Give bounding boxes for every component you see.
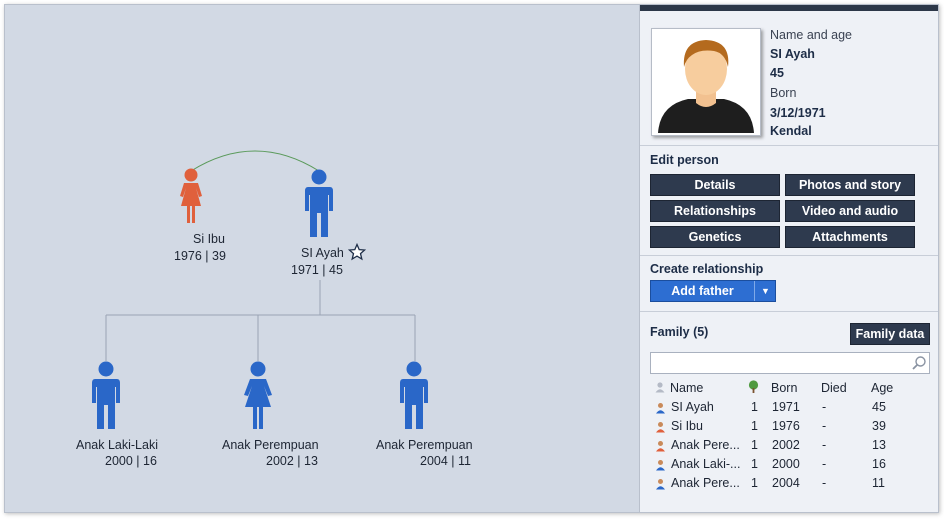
edit-person-title: Edit person bbox=[650, 153, 719, 167]
star-icon[interactable] bbox=[348, 243, 366, 261]
column-header-age[interactable]: Age bbox=[871, 381, 893, 395]
female-person-icon bbox=[656, 422, 665, 433]
male-person-icon bbox=[656, 460, 665, 471]
male-person-icon bbox=[305, 169, 333, 237]
table-row[interactable]: Si Ibu 1 1976 - 39 bbox=[640, 419, 938, 438]
cell-died: - bbox=[822, 457, 827, 471]
male-person-icon bbox=[92, 361, 120, 429]
add-father-button[interactable]: Add father bbox=[651, 281, 754, 301]
person-age-value: 45 bbox=[770, 66, 784, 80]
cell-name: Anak Pere... bbox=[671, 438, 740, 452]
column-header-name[interactable]: Name bbox=[670, 381, 703, 395]
column-header-born[interactable]: Born bbox=[771, 381, 797, 395]
cell-born: 1976 bbox=[772, 419, 800, 433]
cell-died: - bbox=[822, 400, 827, 414]
person-name: Si Ibu bbox=[193, 232, 225, 246]
cell-count: 1 bbox=[751, 476, 758, 490]
divider bbox=[640, 311, 938, 312]
video-and-audio-button[interactable]: Video and audio bbox=[785, 200, 915, 222]
cell-died: - bbox=[822, 438, 827, 452]
cell-count: 1 bbox=[751, 400, 758, 414]
profile-photo[interactable] bbox=[651, 28, 761, 136]
person-name: SI Ayah bbox=[301, 246, 344, 260]
cell-count: 1 bbox=[751, 438, 758, 452]
family-search-input[interactable] bbox=[653, 354, 907, 372]
family-title: Family (5) bbox=[650, 325, 709, 339]
tree-icon[interactable] bbox=[747, 380, 760, 394]
photos-and-story-button[interactable]: Photos and story bbox=[785, 174, 915, 196]
cell-age: 13 bbox=[872, 438, 886, 452]
cell-age: 45 bbox=[872, 400, 886, 414]
chevron-down-icon[interactable]: ▼ bbox=[754, 281, 776, 301]
attachments-button[interactable]: Attachments bbox=[785, 226, 915, 248]
cell-name: SI Ayah bbox=[671, 400, 714, 414]
person-name: Anak Laki-Laki bbox=[76, 438, 158, 452]
female-person-icon bbox=[656, 441, 665, 452]
person-name: Anak Perempuan bbox=[222, 438, 319, 452]
person-name: Anak Perempuan bbox=[376, 438, 473, 452]
male-person-icon bbox=[656, 403, 665, 414]
cell-born: 2004 bbox=[772, 476, 800, 490]
table-row[interactable]: Anak Laki-... 1 2000 - 16 bbox=[640, 457, 938, 476]
genetics-button[interactable]: Genetics bbox=[650, 226, 780, 248]
female-person-icon bbox=[244, 361, 272, 429]
add-father-split-button[interactable]: Add father ▼ bbox=[650, 280, 776, 302]
name-age-label: Name and age bbox=[770, 28, 853, 42]
family-data-button[interactable]: Family data bbox=[850, 323, 930, 345]
cell-born: 2000 bbox=[772, 457, 800, 471]
cell-age: 39 bbox=[872, 419, 886, 433]
family-tree-app: Si Ibu 1976 | 39 SI Ayah 1971 | 45 Anak … bbox=[4, 4, 939, 513]
born-label: Born bbox=[770, 86, 797, 100]
person-dates: 2002 | 13 bbox=[266, 454, 318, 468]
cell-born: 2002 bbox=[772, 438, 800, 452]
cell-name: Anak Pere... bbox=[671, 476, 740, 490]
table-row[interactable]: Anak Pere... 1 2002 - 13 bbox=[640, 438, 938, 457]
born-date-value: 3/12/1971 bbox=[770, 106, 826, 120]
family-search-field[interactable] bbox=[650, 352, 930, 374]
avatar-icon bbox=[658, 40, 754, 133]
cell-died: - bbox=[822, 419, 827, 433]
person-dates: 2004 | 11 bbox=[420, 454, 471, 468]
person-name-value: SI Ayah bbox=[770, 47, 815, 61]
tree-canvas[interactable]: Si Ibu 1976 | 39 SI Ayah 1971 | 45 Anak … bbox=[5, 5, 639, 512]
cell-name: Anak Laki-... bbox=[671, 457, 741, 471]
person-dates: 1976 | 39 bbox=[174, 249, 226, 263]
female-person-icon bbox=[180, 168, 202, 223]
gender-sort-icon[interactable] bbox=[654, 381, 666, 393]
search-icon[interactable] bbox=[911, 355, 927, 371]
cell-count: 1 bbox=[751, 457, 758, 471]
details-button[interactable]: Details bbox=[650, 174, 780, 196]
cell-born: 1971 bbox=[772, 400, 800, 414]
column-header-died[interactable]: Died bbox=[821, 381, 847, 395]
divider bbox=[640, 145, 938, 146]
cell-died: - bbox=[822, 476, 827, 490]
person-dates: 2000 | 16 bbox=[105, 454, 157, 468]
table-row[interactable]: Anak Pere... 1 2004 - 11 bbox=[640, 476, 938, 495]
male-person-icon bbox=[656, 479, 665, 490]
table-row[interactable]: SI Ayah 1 1971 - 45 bbox=[640, 400, 938, 419]
person-dates: 1971 | 45 bbox=[291, 263, 343, 277]
relationships-button[interactable]: Relationships bbox=[650, 200, 780, 222]
cell-age: 11 bbox=[872, 476, 885, 490]
born-place-value: Kendal bbox=[770, 124, 812, 138]
divider bbox=[640, 255, 938, 256]
person-panel: Name and age SI Ayah 45 Born 3/12/1971 K… bbox=[639, 5, 938, 512]
cell-name: Si Ibu bbox=[671, 419, 703, 433]
panel-top-bar bbox=[640, 5, 938, 11]
create-relationship-title: Create relationship bbox=[650, 262, 764, 276]
cell-count: 1 bbox=[751, 419, 758, 433]
male-person-icon bbox=[400, 361, 428, 429]
cell-age: 16 bbox=[872, 457, 886, 471]
